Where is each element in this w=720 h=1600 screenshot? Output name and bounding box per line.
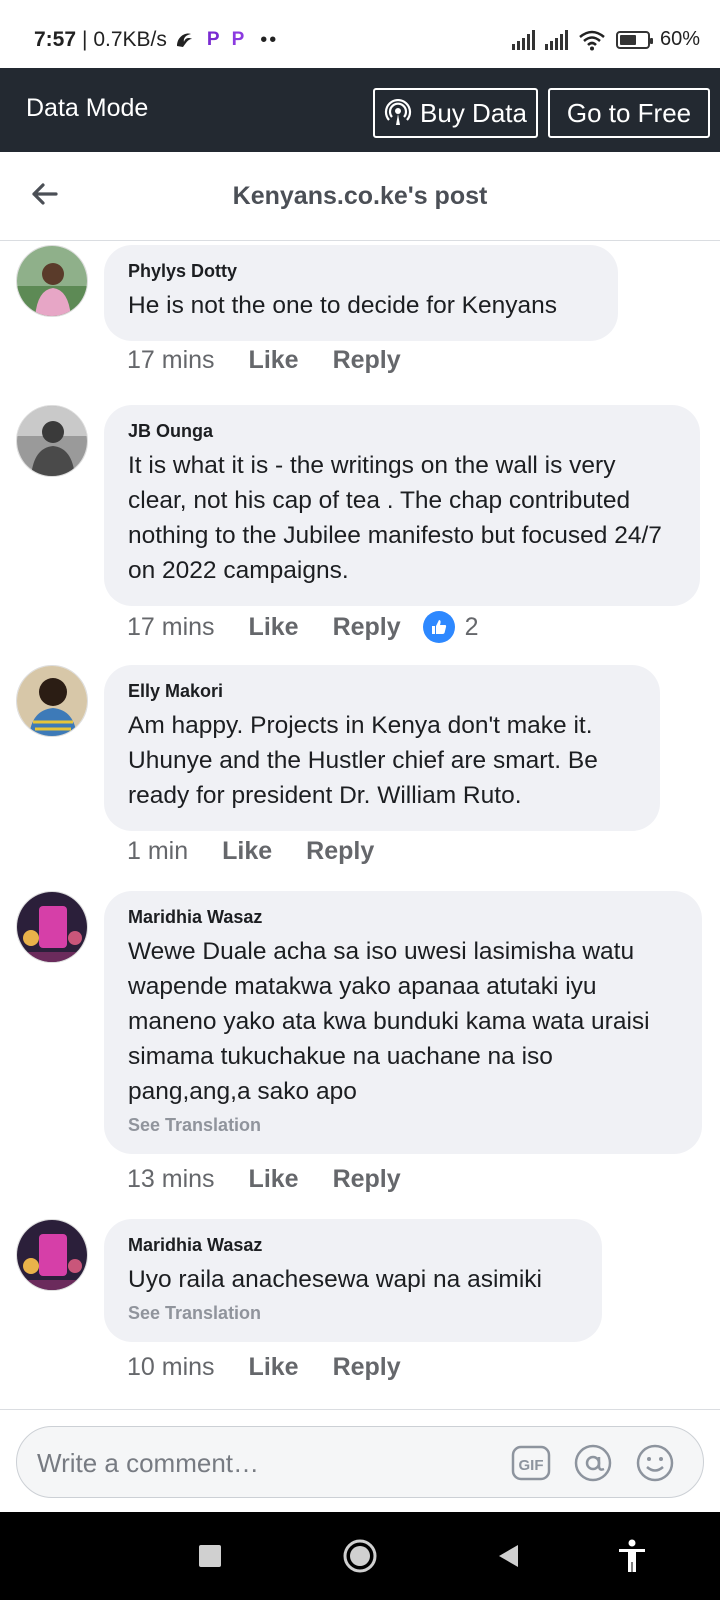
comment-bubble[interactable]: Elly Makori Am happy. Projects in Kenya …: [104, 665, 660, 831]
thumbs-up-icon: [422, 611, 455, 643]
avatar[interactable]: [16, 1219, 88, 1291]
comment-bubble[interactable]: JB Ounga It is what it is - the writings…: [104, 405, 700, 606]
reply-button[interactable]: Reply: [333, 346, 401, 375]
post-header: Kenyans.co.ke's post: [0, 152, 720, 241]
avatar[interactable]: [16, 405, 88, 477]
reply-button[interactable]: Reply: [333, 613, 401, 642]
comment-time: 1 min: [127, 837, 189, 865]
home-icon[interactable]: [338, 1534, 382, 1578]
wifi-icon: [579, 30, 605, 50]
comments-list: Phylys Dotty He is not the one to decide…: [0, 241, 720, 1409]
gif-icon[interactable]: GIF: [511, 1443, 551, 1483]
comment-text: He is not the one to decide for Kenyans: [128, 292, 558, 319]
comment-author[interactable]: Elly Makori: [128, 681, 636, 702]
comment-actions: 13 mins Like Reply: [127, 1165, 401, 1194]
comment-time: 17 mins: [127, 612, 215, 641]
see-translation-link[interactable]: See Translation: [128, 1303, 578, 1324]
notification-p-icon-2: P: [231, 29, 245, 50]
status-network-speed: | 0.7KB/s: [82, 28, 167, 51]
comment-bubble[interactable]: Maridhia Wasaz Uyo raila anachesewa wapi…: [104, 1219, 602, 1342]
go-to-free-label: Go to Free: [566, 97, 692, 128]
reply-button[interactable]: Reply: [333, 1165, 401, 1194]
recent-apps-icon[interactable]: [188, 1534, 232, 1578]
comment-author[interactable]: Maridhia Wasaz: [128, 907, 678, 928]
like-button[interactable]: Like: [249, 1165, 299, 1194]
mention-icon[interactable]: [573, 1443, 613, 1483]
data-mode-bar: Data Mode Buy Data Go to Free: [0, 68, 720, 152]
comment-actions: 17 mins Like Reply: [127, 346, 401, 375]
comment-text: Am happy. Projects in Kenya don't make i…: [128, 712, 598, 809]
reply-button[interactable]: Reply: [333, 1353, 401, 1382]
more-notifications-icon: ••: [260, 28, 279, 51]
comment-composer: GIF: [16, 1426, 704, 1498]
like-button[interactable]: Like: [249, 346, 299, 375]
comment-bubble[interactable]: Phylys Dotty He is not the one to decide…: [104, 245, 618, 341]
emoji-icon[interactable]: [635, 1443, 675, 1483]
reaction-count: 2: [464, 612, 479, 641]
avatar[interactable]: [16, 245, 88, 317]
status-bar: 7:57 | 0.7KB/s P P •• 60%: [0, 0, 720, 68]
avatar[interactable]: [16, 891, 88, 963]
go-to-free-button[interactable]: Go to Free: [548, 88, 710, 138]
comment-author[interactable]: Maridhia Wasaz: [128, 1235, 578, 1256]
comment-author[interactable]: Phylys Dotty: [128, 261, 594, 282]
notification-p-icon: P: [206, 29, 220, 50]
comment-actions: 17 mins Like Reply 2: [127, 611, 479, 643]
back-nav-icon[interactable]: [486, 1534, 530, 1578]
comment-bubble[interactable]: Maridhia Wasaz Wewe Duale acha sa iso uw…: [104, 891, 702, 1154]
comment-text: Uyo raila anachesewa wapi na asimiki: [128, 1266, 542, 1293]
comment-actions: 10 mins Like Reply: [127, 1353, 401, 1382]
reaction-summary[interactable]: 2: [422, 611, 479, 643]
system-nav-bar: [0, 1512, 720, 1600]
broadcast-icon: [384, 99, 412, 125]
accessibility-icon[interactable]: [610, 1534, 654, 1578]
avatar[interactable]: [16, 665, 88, 737]
like-button[interactable]: Like: [222, 837, 272, 866]
see-translation-link[interactable]: See Translation: [128, 1115, 678, 1136]
reply-button[interactable]: Reply: [306, 837, 374, 866]
battery-percent: 60%: [659, 28, 700, 50]
comment-input[interactable]: [37, 1439, 497, 1487]
like-button[interactable]: Like: [249, 1353, 299, 1382]
notification-app-icon: [176, 33, 192, 47]
battery-icon: [615, 30, 653, 49]
comment-text: It is what it is - the writings on the w…: [128, 452, 662, 584]
page-title: Kenyans.co.ke's post: [232, 182, 488, 210]
signal-icon: [511, 29, 535, 50]
signal-icon-2: [544, 29, 568, 50]
buy-data-label: Buy Data: [420, 97, 527, 128]
buy-data-button[interactable]: Buy Data: [373, 88, 538, 138]
comment-actions: 1 min Like Reply: [127, 837, 374, 866]
comment-time: 10 mins: [127, 1353, 215, 1381]
comment-author[interactable]: JB Ounga: [128, 421, 676, 442]
status-time: 7:57: [34, 28, 77, 51]
svg-text:GIF: GIF: [519, 1457, 544, 1474]
comment-time: 17 mins: [127, 346, 215, 374]
comment-composer-bar: GIF: [0, 1409, 720, 1512]
comment-text: Wewe Duale acha sa iso uwesi lasimisha w…: [128, 938, 650, 1105]
comment-time: 13 mins: [127, 1165, 215, 1193]
like-button[interactable]: Like: [249, 613, 299, 642]
data-mode-title: Data Mode: [26, 94, 149, 122]
